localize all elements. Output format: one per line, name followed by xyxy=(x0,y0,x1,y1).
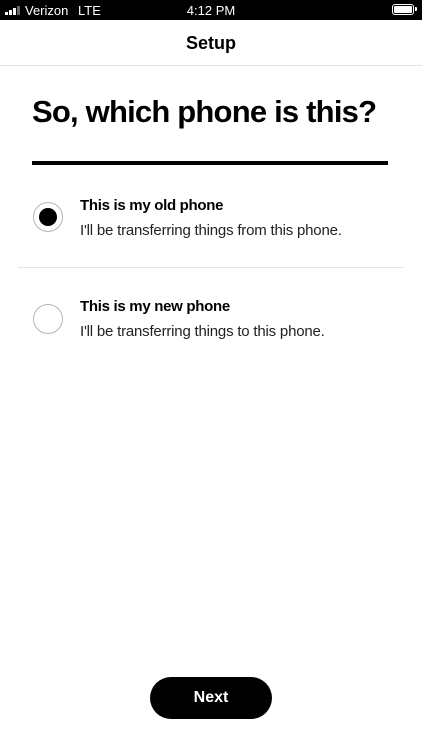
setup-screen: Verizon LTE 4:12 PM Setup So, which phon… xyxy=(0,0,422,750)
nav-header: Setup xyxy=(0,20,422,66)
option-new-phone-label: This is my new phone xyxy=(80,298,230,315)
option-old-phone-description: I'll be transferring things from this ph… xyxy=(80,222,342,239)
next-button[interactable]: Next xyxy=(150,677,272,719)
radio-old-phone[interactable] xyxy=(33,202,63,232)
option-new-phone[interactable]: This is my new phone I'll be transferrin… xyxy=(18,286,404,366)
option-old-phone[interactable]: This is my old phone I'll be transferrin… xyxy=(18,185,404,268)
radio-new-phone[interactable] xyxy=(33,304,63,334)
option-new-phone-description: I'll be transferring things to this phon… xyxy=(80,323,325,340)
battery-icon xyxy=(392,4,417,15)
header-title: Setup xyxy=(185,33,236,53)
status-bar: Verizon LTE 4:12 PM xyxy=(0,0,422,20)
status-time: 4:12 PM xyxy=(186,3,236,18)
option-old-phone-label: This is my old phone xyxy=(80,197,224,214)
title-divider xyxy=(32,161,388,165)
page-title: So, which phone is this? xyxy=(32,94,377,129)
